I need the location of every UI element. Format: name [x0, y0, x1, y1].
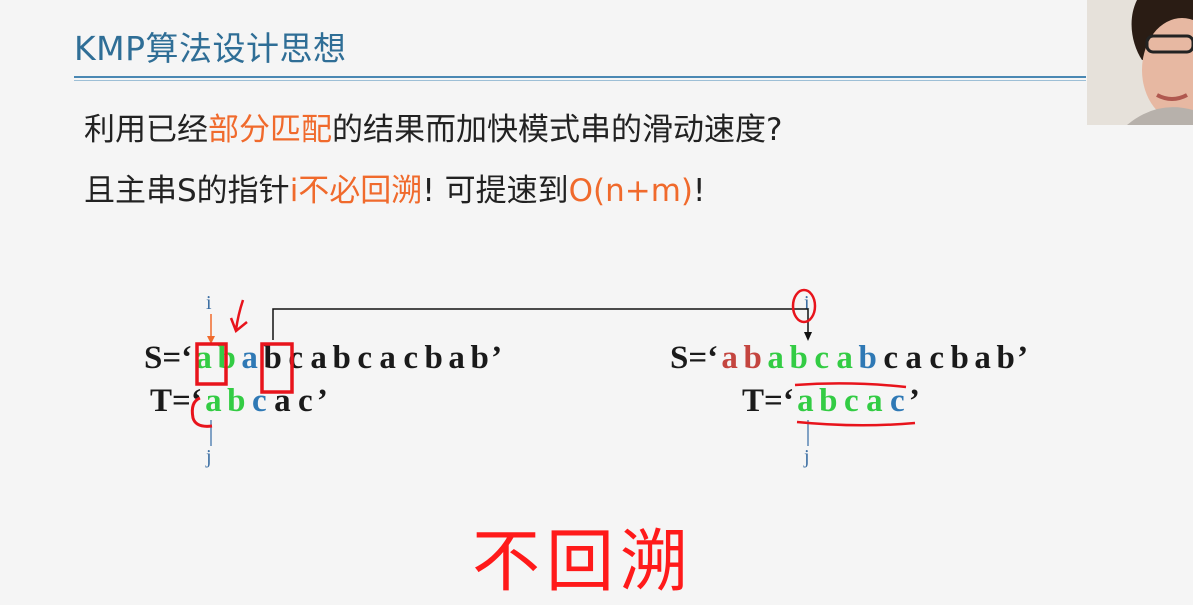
left-pattern-bracket — [190, 396, 213, 428]
left-i-pointer-arrow — [207, 314, 215, 344]
jump-connector-line — [272, 308, 809, 340]
handwritten-arrow-icon — [229, 299, 248, 334]
right-match-underline-lower — [796, 420, 916, 427]
right-match-underline-upper — [794, 382, 907, 389]
left-mismatch-box — [260, 342, 294, 394]
left-match-box — [195, 342, 228, 386]
right-i-circle — [791, 288, 817, 324]
lecture-slide: KMP算法设计思想 利用已经部分匹配的结果而加快模式串的滑动速度? 且主串S的指… — [0, 0, 1193, 604]
video-subtitle: 不回溯 — [472, 523, 695, 602]
jump-connector-arrowhead — [804, 332, 812, 341]
